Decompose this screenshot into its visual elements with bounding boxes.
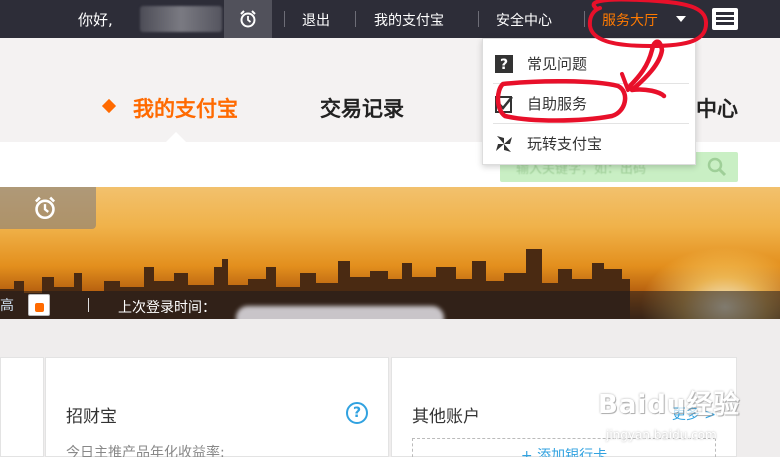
help-icon[interactable]: ? xyxy=(346,402,368,424)
dropdown-item-label: 常见问题 xyxy=(527,55,588,73)
menu-icon[interactable] xyxy=(712,8,738,30)
alarm-clock-icon xyxy=(34,196,56,220)
my-alipay-link[interactable]: 我的支付宝 xyxy=(374,10,444,30)
banner-reminder-tab[interactable] xyxy=(0,187,96,229)
active-tab-pointer xyxy=(166,132,186,142)
dropdown-item-label: 玩转支付宝 xyxy=(527,135,603,153)
divider xyxy=(284,11,285,27)
other-accounts-title: 其他账户 xyxy=(412,407,480,427)
zhaocaibao-subtitle: 今日主推产品年化收益率: xyxy=(66,445,225,457)
pinwheel-icon xyxy=(493,133,515,155)
member-badge[interactable] xyxy=(28,294,50,316)
chevron-down-icon[interactable] xyxy=(676,16,686,22)
tab-center[interactable]: 中心 xyxy=(696,93,738,123)
logout-link[interactable]: 退出 xyxy=(302,10,330,30)
divider xyxy=(88,298,89,312)
tab-my-alipay[interactable]: 我的支付宝 xyxy=(133,93,238,123)
divider xyxy=(493,123,689,124)
last-login-label: 上次登录时间： xyxy=(118,300,216,316)
dropdown-item-explore[interactable]: 玩转支付宝 xyxy=(493,125,689,162)
dropdown-item-self-service[interactable]: 自助服务 xyxy=(493,85,689,122)
service-hall-dropdown: ? 常见问题 自助服务 玩转支付宝 xyxy=(482,38,696,165)
security-center-link[interactable]: 安全中心 xyxy=(496,10,552,30)
baidu-jingyan-watermark: Baidu经验 jingyan.baidu.com xyxy=(598,372,778,457)
top-bar: 你好, 退出 我的支付宝 安全中心 服务大厅 xyxy=(0,0,780,38)
dropdown-item-label: 自助服务 xyxy=(527,95,588,113)
search-icon[interactable] xyxy=(706,156,728,178)
zhaocaibao-title: 招财宝 xyxy=(66,407,117,427)
tab-transaction-records[interactable]: 交易记录 xyxy=(320,93,404,123)
checkbox-icon xyxy=(493,93,515,115)
blurred-username xyxy=(140,6,222,32)
svg-text:?: ? xyxy=(500,57,508,73)
watermark-site: jingyan.baidu.com xyxy=(606,428,717,442)
security-level-text: 高 xyxy=(0,298,14,314)
sunset-banner: 高 上次登录时间： xyxy=(0,187,780,319)
alarm-clock-icon xyxy=(240,10,256,28)
divider xyxy=(493,83,689,84)
left-card xyxy=(0,357,44,457)
reminder-button[interactable] xyxy=(224,0,272,38)
zhaocaibao-card: 招财宝 ? 今日主推产品年化收益率: xyxy=(45,357,389,457)
service-hall-link[interactable]: 服务大厅 xyxy=(602,10,658,30)
dropdown-item-faq[interactable]: ? 常见问题 xyxy=(493,45,689,82)
greeting-text: 你好, xyxy=(78,11,113,29)
divider xyxy=(355,11,356,27)
divider xyxy=(584,11,585,27)
divider xyxy=(478,11,479,27)
question-icon: ? xyxy=(493,53,515,75)
watermark-brand: Baidu经验 xyxy=(598,390,741,420)
